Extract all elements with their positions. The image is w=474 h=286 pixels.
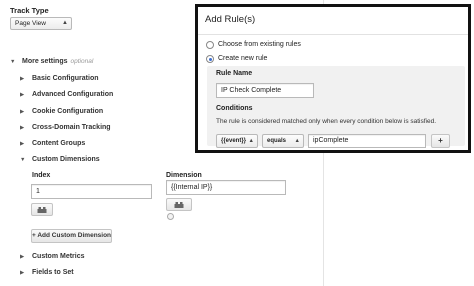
collapsed-arrow-icon: ▶ [20,141,25,147]
option-existing-label: Choose from existing rules [218,41,301,48]
section-cookie-configuration[interactable]: ▶ Cookie Configuration [20,108,103,115]
collapsed-arrow-icon: ▶ [20,76,25,82]
radio-existing-rules[interactable] [206,41,214,49]
operator-value: equals [267,138,287,144]
add-custom-dimension-button[interactable]: + Add Custom Dimension [31,229,112,243]
add-rules-dialog: Add Rule(s) Choose from existing rules C… [195,4,471,153]
index-label: Index [32,172,51,179]
condition-value-input[interactable]: ipComplete [308,134,426,148]
macro-select[interactable]: {{event}} ▲ [216,134,258,148]
collapsed-arrow-icon: ▶ [20,109,25,115]
conditions-label: Conditions [216,105,253,112]
track-type-label: Track Type [10,6,49,15]
dimension-label: Dimension [166,172,202,179]
section-basic-configuration[interactable]: ▶ Basic Configuration [20,75,99,82]
dimension-macro-button[interactable] [166,198,192,211]
radio-new-rule[interactable] [206,55,214,63]
section-fields-to-set[interactable]: ▶ Fields to Set [20,269,74,276]
collapsed-arrow-icon: ▶ [20,125,25,131]
section-label: Custom Metrics [32,253,85,260]
track-type-value: Page View [15,20,46,27]
select-caret-icon: ▲ [62,20,68,26]
select-caret-icon: ▲ [248,138,254,144]
expanded-arrow-icon: ▼ [10,59,16,65]
add-condition-button[interactable]: + [431,134,450,148]
conditions-description: The rule is considered matched only when… [216,118,437,125]
section-label: Cross-Domain Tracking [32,124,111,131]
section-custom-metrics[interactable]: ▶ Custom Metrics [20,253,85,260]
collapsed-arrow-icon: ▶ [20,92,25,98]
section-cross-domain-tracking[interactable]: ▶ Cross-Domain Tracking [20,124,111,131]
expanded-arrow-icon: ▼ [20,157,26,163]
rule-name-input[interactable]: IP Check Complete [216,83,314,98]
more-settings-toggle[interactable]: ▼ More settings optional [10,58,93,65]
macro-value: {{event}} [221,138,247,144]
option-new-label: Create new rule [218,55,268,62]
section-label: Cookie Configuration [32,108,104,115]
section-advanced-configuration[interactable]: ▶ Advanced Configuration [20,91,113,98]
remove-dimension-icon[interactable] [167,213,174,220]
index-input[interactable]: 1 [31,184,152,199]
section-label: Advanced Configuration [32,91,114,98]
dialog-divider [198,34,468,35]
section-label: Content Groups [32,140,86,147]
index-macro-button[interactable] [31,203,53,216]
section-content-groups[interactable]: ▶ Content Groups [20,140,85,147]
operator-select[interactable]: equals ▲ [262,134,304,148]
collapsed-arrow-icon: ▶ [20,270,25,276]
section-label: Custom Dimensions [32,156,100,163]
macro-brick-icon [174,201,184,208]
dialog-title: Add Rule(s) [205,14,256,25]
more-settings-label: More settings [22,58,68,65]
rule-name-label: Rule Name [216,70,253,77]
dimension-input[interactable]: {{Internal IP}} [166,180,286,195]
track-type-select[interactable]: Page View ▲ [10,17,72,30]
more-settings-hint: optional [70,58,94,65]
macro-brick-icon [37,206,47,213]
section-custom-dimensions[interactable]: ▼ Custom Dimensions [20,156,100,163]
section-label: Fields to Set [32,269,74,276]
select-caret-icon: ▲ [294,138,300,144]
collapsed-arrow-icon: ▶ [20,254,25,260]
section-label: Basic Configuration [32,75,99,82]
